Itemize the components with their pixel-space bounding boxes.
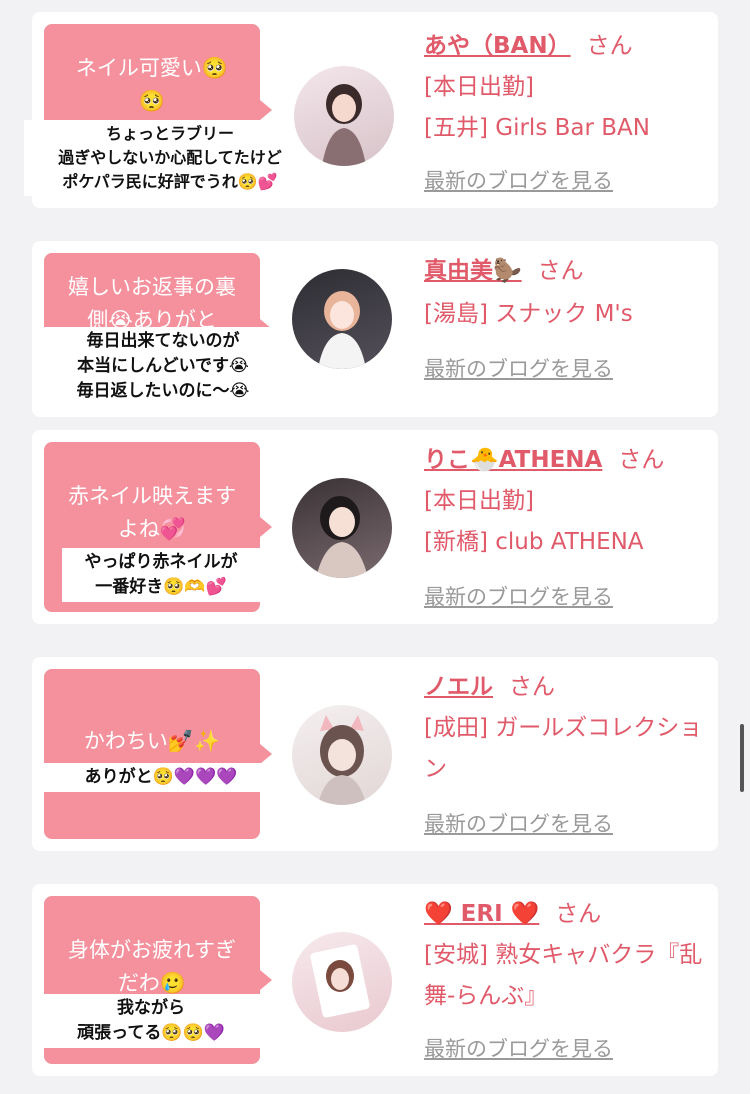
girl-cat-ears-icon bbox=[318, 715, 366, 805]
info-line: [五井] Girls Bar BAN bbox=[424, 115, 650, 141]
message-card: 嬉しいお返事の裏側😭ありがと 毎日出来てないのが 本当にしんどいです😭 毎日返し… bbox=[32, 241, 718, 417]
girl-frame-icon bbox=[310, 944, 370, 1018]
girl-peace-sign-icon bbox=[318, 291, 366, 369]
info-text: [本日出勤] [五井] Girls Bar BAN bbox=[424, 67, 706, 149]
girl-selfie-icon bbox=[316, 496, 368, 578]
name-line: あや（BAN） さん bbox=[424, 26, 633, 66]
honorific: さん bbox=[586, 33, 633, 59]
reply-sticker: やっぱり赤ネイルが 一番好き🥺🫶💕 bbox=[62, 548, 260, 602]
info-text: [成田] ガールズコレクション bbox=[424, 708, 714, 790]
latest-blog-link[interactable]: 最新のブログを見る bbox=[424, 165, 613, 195]
info-text: [安城] 熟女キャバクラ『乱舞-らんぶ』 bbox=[424, 935, 704, 1017]
latest-blog-link[interactable]: 最新のブログを見る bbox=[424, 581, 613, 611]
bubble-text: 身体がお疲れすぎだわ🥲 bbox=[68, 938, 236, 995]
info-line: [安城] 熟女キャバクラ『乱舞-らんぶ』 bbox=[424, 942, 703, 1009]
message-bubble: かわちい💅✨ bbox=[44, 669, 272, 839]
latest-blog-link[interactable]: 最新のブログを見る bbox=[424, 808, 613, 838]
bubble-text: ネイル可愛い🥺 🥺 bbox=[75, 56, 229, 113]
avatar[interactable] bbox=[292, 478, 392, 578]
info-text: [湯島] スナック M's bbox=[424, 294, 706, 335]
name-line: ❤️ ERI ❤️ さん bbox=[424, 894, 601, 934]
message-card: かわちい💅✨ ありがと🥺💜💜💜 ノエル さん [成田] ガールズコレクション 最新… bbox=[32, 657, 718, 851]
honorific: さん bbox=[509, 674, 555, 700]
message-card: ネイル可愛い🥺 🥺 ちょっとラブリー 過ぎやしないか心配してたけど ポケパラ民に… bbox=[24, 12, 718, 208]
girl-portrait-icon bbox=[322, 84, 366, 166]
bubble-text: 赤ネイル映えますよね💞 bbox=[68, 484, 236, 541]
reply-sticker: ありがと🥺💜💜💜 bbox=[42, 763, 280, 792]
user-name-link[interactable]: ❤️ ERI ❤️ bbox=[424, 901, 539, 927]
info-text: [本日出勤] [新橋] club ATHENA bbox=[424, 481, 706, 563]
bubble-text: かわちい💅✨ bbox=[83, 729, 221, 753]
avatar[interactable] bbox=[292, 269, 392, 369]
name-line: りこ🐣ATHENA さん bbox=[424, 440, 664, 480]
reply-sticker: ちょっとラブリー 過ぎやしないか心配してたけど ポケパラ民に好評でうれ🥺💕 bbox=[24, 120, 316, 196]
name-line: 真由美🦫 さん bbox=[424, 251, 584, 291]
user-name-link[interactable]: りこ🐣ATHENA bbox=[424, 447, 602, 473]
honorific: さん bbox=[537, 258, 584, 284]
honorific: さん bbox=[618, 447, 665, 473]
reply-sticker: 毎日出来てないのが 本当にしんどいです😭 毎日返したいのに〜😭 bbox=[44, 327, 282, 406]
scrollbar[interactable] bbox=[740, 724, 744, 792]
info-line: [新橋] club ATHENA bbox=[424, 529, 644, 555]
user-name-link[interactable]: あや（BAN） bbox=[424, 33, 571, 59]
message-card: 身体がお疲れすぎだわ🥲 我ながら 頑張ってる🥺🥺💜 ❤️ ERI ❤️ さん [安… bbox=[32, 884, 718, 1076]
info-line: [本日出勤] bbox=[424, 74, 534, 100]
avatar[interactable] bbox=[292, 932, 392, 1032]
user-name-link[interactable]: 真由美🦫 bbox=[424, 258, 522, 284]
latest-blog-link[interactable]: 最新のブログを見る bbox=[424, 353, 613, 383]
info-line: [成田] ガールズコレクション bbox=[424, 715, 703, 782]
message-card: 赤ネイル映えますよね💞 やっぱり赤ネイルが 一番好き🥺🫶💕 りこ🐣ATHENA さ… bbox=[32, 430, 718, 624]
reply-sticker: 我ながら 頑張ってる🥺🥺💜 bbox=[42, 994, 260, 1048]
user-name-link[interactable]: ノエル bbox=[424, 674, 493, 700]
avatar[interactable] bbox=[292, 705, 392, 805]
honorific: さん bbox=[555, 901, 602, 927]
avatar[interactable] bbox=[294, 66, 394, 166]
info-line: [本日出勤] bbox=[424, 488, 534, 514]
info-line: [湯島] スナック M's bbox=[424, 301, 633, 327]
name-line: ノエル さん bbox=[424, 667, 555, 707]
latest-blog-link[interactable]: 最新のブログを見る bbox=[424, 1033, 613, 1063]
